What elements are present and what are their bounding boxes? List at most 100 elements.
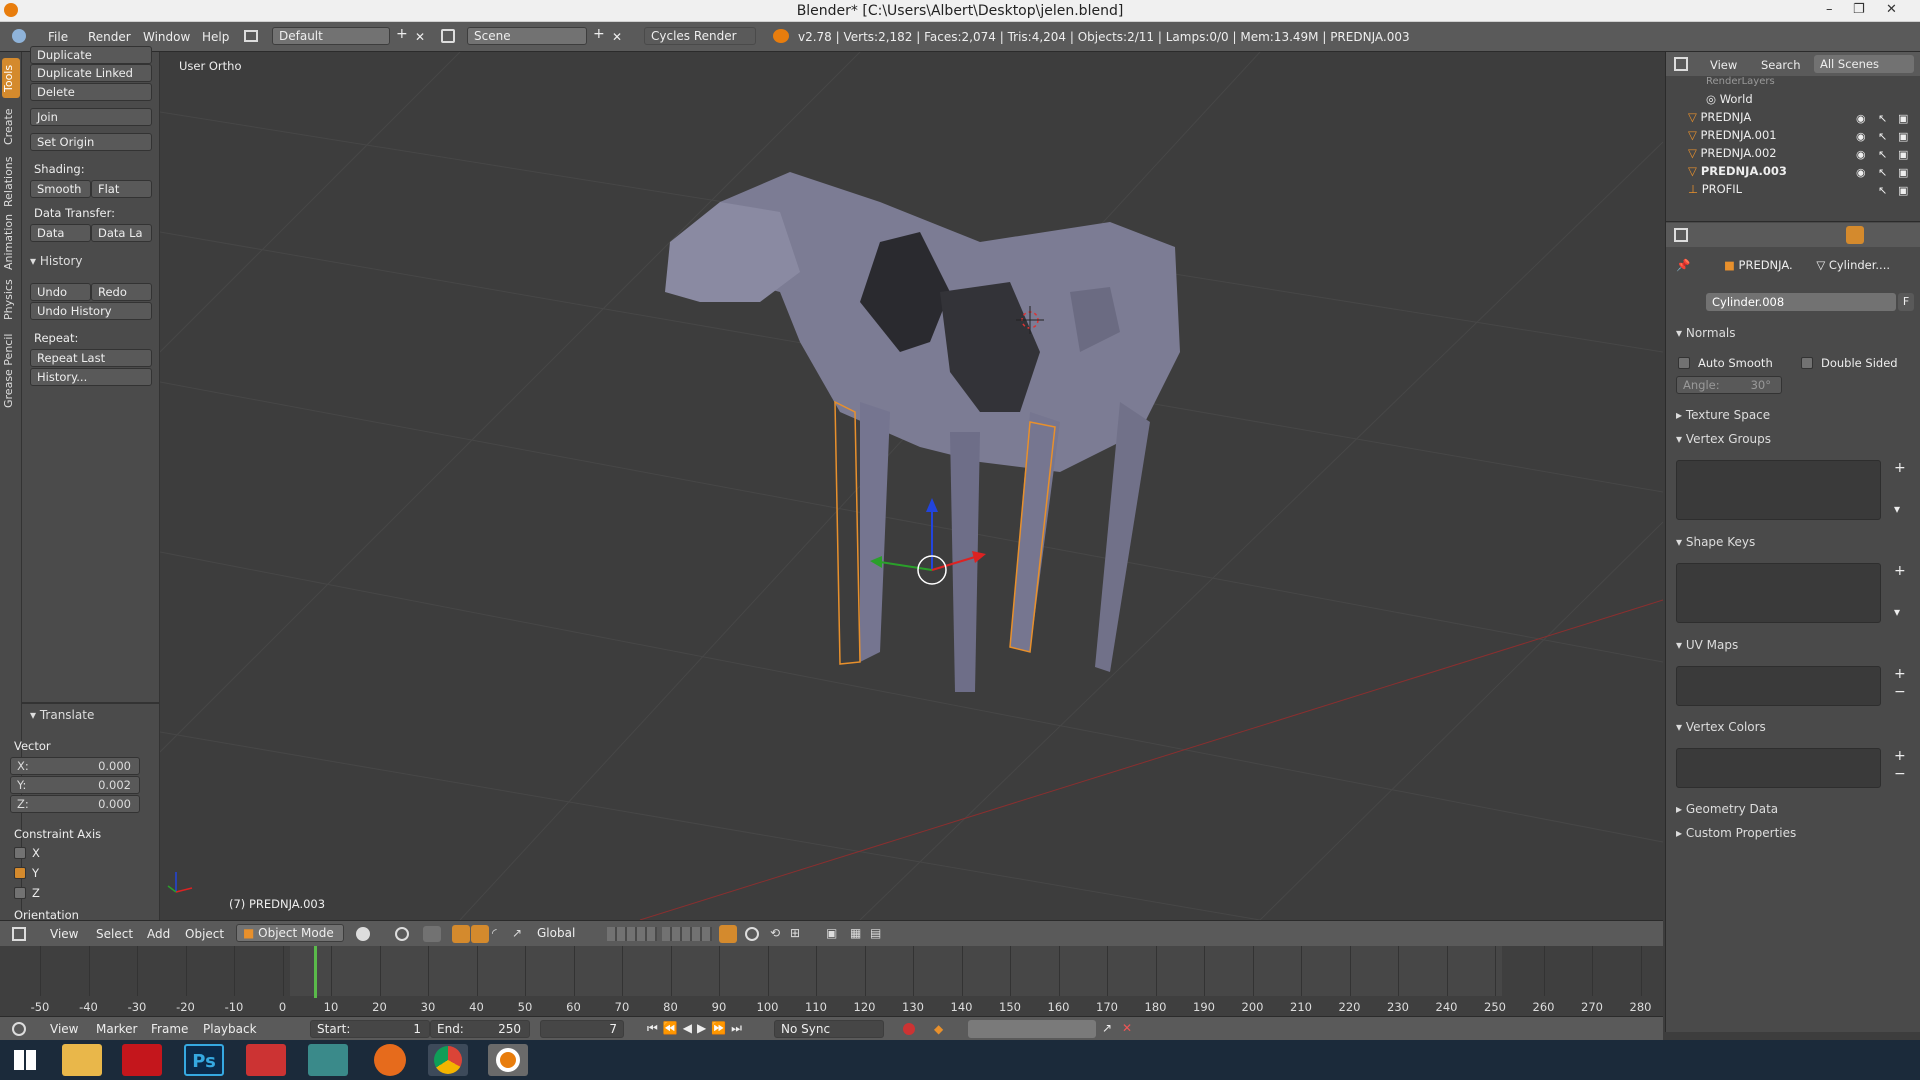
- outliner-search-menu[interactable]: Search: [1761, 58, 1801, 72]
- select-cursor-icon[interactable]: ↖ ↖ ↖ ↖ ↖: [1878, 110, 1887, 200]
- vertex-group-menu-icon[interactable]: ▾: [1894, 502, 1900, 516]
- history-button[interactable]: History...: [30, 368, 152, 386]
- undo-button[interactable]: Undo: [30, 283, 91, 301]
- tab-relations[interactable]: Relations: [2, 152, 20, 212]
- scale-manipulator-icon[interactable]: ◜: [492, 926, 497, 940]
- minimize-button[interactable]: –: [1826, 2, 1833, 17]
- outliner-item-prednja-001[interactable]: ▽ PREDNJA.001: [1688, 128, 1777, 142]
- playback-controls[interactable]: ⏮⏪◀▶⏩⏭: [647, 1021, 747, 1036]
- tab-grease-pencil[interactable]: Grease Pencil: [2, 326, 20, 416]
- join-button[interactable]: Join: [30, 108, 152, 126]
- auto-smooth-checkbox[interactable]: [1678, 357, 1690, 369]
- history-panel-header[interactable]: ▾ History: [30, 254, 83, 268]
- vector-y-field[interactable]: Y: 0.002: [10, 776, 140, 794]
- redo-button[interactable]: Redo: [91, 283, 152, 301]
- current-frame-field[interactable]: 7: [540, 1020, 624, 1038]
- add-vertex-color-icon[interactable]: +: [1894, 748, 1906, 764]
- menu-marker[interactable]: Marker: [96, 1022, 137, 1036]
- constraint-y-checkbox[interactable]: [14, 867, 26, 879]
- translate-manipulator-icon[interactable]: [452, 925, 470, 943]
- duplicate-linked-button[interactable]: Duplicate Linked: [30, 64, 152, 82]
- custom-properties-panel-header[interactable]: ▸ Custom Properties: [1676, 826, 1796, 840]
- info-editor-icon[interactable]: [12, 29, 26, 43]
- pivot-point-icon[interactable]: [395, 927, 409, 941]
- delete-button[interactable]: Delete: [30, 83, 152, 101]
- add-vertex-group-icon[interactable]: +: [1894, 460, 1906, 476]
- shape-keys-panel-header[interactable]: ▾ Shape Keys: [1676, 535, 1755, 549]
- outliner-editor-icon[interactable]: [1674, 57, 1688, 71]
- keying-set-icon[interactable]: ◆: [934, 1022, 943, 1036]
- fake-user-button[interactable]: F: [1898, 293, 1914, 311]
- translate-panel-header[interactable]: ▾ Translate: [30, 708, 94, 722]
- acrobat-icon[interactable]: [122, 1044, 162, 1076]
- properties-editor-icon[interactable]: [1674, 228, 1688, 242]
- delete-keyframe-icon[interactable]: ✕: [1122, 1021, 1132, 1035]
- maximize-button[interactable]: ❐: [1853, 2, 1865, 17]
- shape-keys-list[interactable]: [1676, 563, 1881, 623]
- constraint-x-checkbox[interactable]: [14, 847, 26, 859]
- transform-orientation-selector[interactable]: Global: [530, 924, 600, 942]
- menu-timeline-view[interactable]: View: [50, 1022, 78, 1036]
- screen-layout-icon[interactable]: [244, 30, 258, 42]
- tab-create[interactable]: Create: [2, 102, 20, 152]
- close-button[interactable]: ✕: [1886, 2, 1897, 17]
- mesh-data-tab-icon[interactable]: [1846, 226, 1864, 244]
- interaction-mode-selector[interactable]: ■ Object Mode: [236, 924, 344, 942]
- menu-playback[interactable]: Playback: [203, 1022, 257, 1036]
- add-scene-icon[interactable]: +: [593, 26, 605, 42]
- menu-frame[interactable]: Frame: [151, 1022, 188, 1036]
- menu-file[interactable]: File: [48, 30, 68, 44]
- sketchup-icon[interactable]: [246, 1044, 286, 1076]
- menu-add[interactable]: Add: [147, 927, 170, 941]
- chrome-icon[interactable]: [428, 1044, 468, 1076]
- layer-buttons-1[interactable]: [607, 927, 657, 941]
- viewport-shading-icon[interactable]: [356, 927, 370, 941]
- scene-icon[interactable]: [441, 29, 455, 43]
- auto-keying-icon[interactable]: [903, 1023, 915, 1035]
- texture-space-panel-header[interactable]: ▸ Texture Space: [1676, 408, 1770, 422]
- breadcrumb-object[interactable]: PREDNJA.: [1739, 258, 1793, 272]
- vector-z-field[interactable]: Z: 0.000: [10, 795, 140, 813]
- constraint-z-checkbox[interactable]: [14, 887, 26, 899]
- remove-scene-icon[interactable]: ✕: [612, 30, 622, 44]
- mesh-name-field[interactable]: Cylinder.008: [1706, 293, 1896, 311]
- set-origin-button[interactable]: Set Origin: [30, 133, 152, 151]
- blender-icon[interactable]: [488, 1044, 528, 1076]
- data-transfer-layout-button[interactable]: Data La: [91, 224, 152, 242]
- add-uv-map-icon[interactable]: +: [1894, 666, 1906, 682]
- layer-manager-icon[interactable]: ▤: [870, 926, 881, 940]
- render-engine-selector[interactable]: Cycles Render: [644, 27, 756, 45]
- opengl-render-icon[interactable]: ▣: [826, 926, 837, 940]
- outliner-item-prednja-002[interactable]: ▽ PREDNJA.002: [1688, 146, 1777, 160]
- angle-field[interactable]: Angle: 30°: [1676, 376, 1782, 394]
- add-layout-icon[interactable]: +: [396, 26, 408, 42]
- outliner-item-prednja-003[interactable]: ▽ PREDNJA.003: [1688, 164, 1787, 178]
- outliner-scope-selector[interactable]: All Scenes: [1814, 55, 1914, 73]
- remove-vertex-color-icon[interactable]: −: [1894, 766, 1906, 782]
- menu-object[interactable]: Object: [185, 927, 224, 941]
- add-shape-key-icon[interactable]: +: [1894, 563, 1906, 579]
- rotate-manipulator-icon[interactable]: [471, 925, 489, 943]
- outliner-view-menu[interactable]: View: [1710, 58, 1737, 72]
- manipulator-toggle-icon[interactable]: [423, 926, 441, 942]
- transform-orientation-icon[interactable]: ↗: [512, 926, 522, 940]
- vertex-groups-list[interactable]: [1676, 460, 1881, 520]
- 3d-view-editor-icon[interactable]: [12, 927, 26, 941]
- start-frame-field[interactable]: Start: 1: [310, 1020, 430, 1038]
- lock-layers-icon[interactable]: [719, 925, 737, 943]
- render-camera-icon[interactable]: ▣ ▣ ▣ ▣ ▣: [1898, 110, 1908, 200]
- outliner-item-renderlayers[interactable]: RenderLayers: [1706, 76, 1775, 86]
- active-keying-set-field[interactable]: [968, 1020, 1096, 1038]
- outliner-item-profil[interactable]: ⊥ PROFIL: [1688, 182, 1742, 196]
- normals-panel-header[interactable]: ▾ Normals: [1676, 326, 1736, 340]
- vertex-groups-panel-header[interactable]: ▾ Vertex Groups: [1676, 432, 1771, 446]
- windows-start-icon[interactable]: [6, 1044, 46, 1076]
- sync-mode-selector[interactable]: No Sync: [774, 1020, 884, 1038]
- vector-x-field[interactable]: X: 0.000: [10, 757, 140, 775]
- layer-buttons-2[interactable]: [662, 927, 712, 941]
- snap-toggle-icon[interactable]: ⟲: [770, 926, 780, 940]
- data-transfer-button[interactable]: Data: [30, 224, 91, 242]
- 3d-viewport[interactable]: User Ortho (7) PREDNJA.003: [160, 52, 1663, 920]
- firefox-icon[interactable]: [374, 1044, 406, 1076]
- vertex-colors-panel-header[interactable]: ▾ Vertex Colors: [1676, 720, 1766, 734]
